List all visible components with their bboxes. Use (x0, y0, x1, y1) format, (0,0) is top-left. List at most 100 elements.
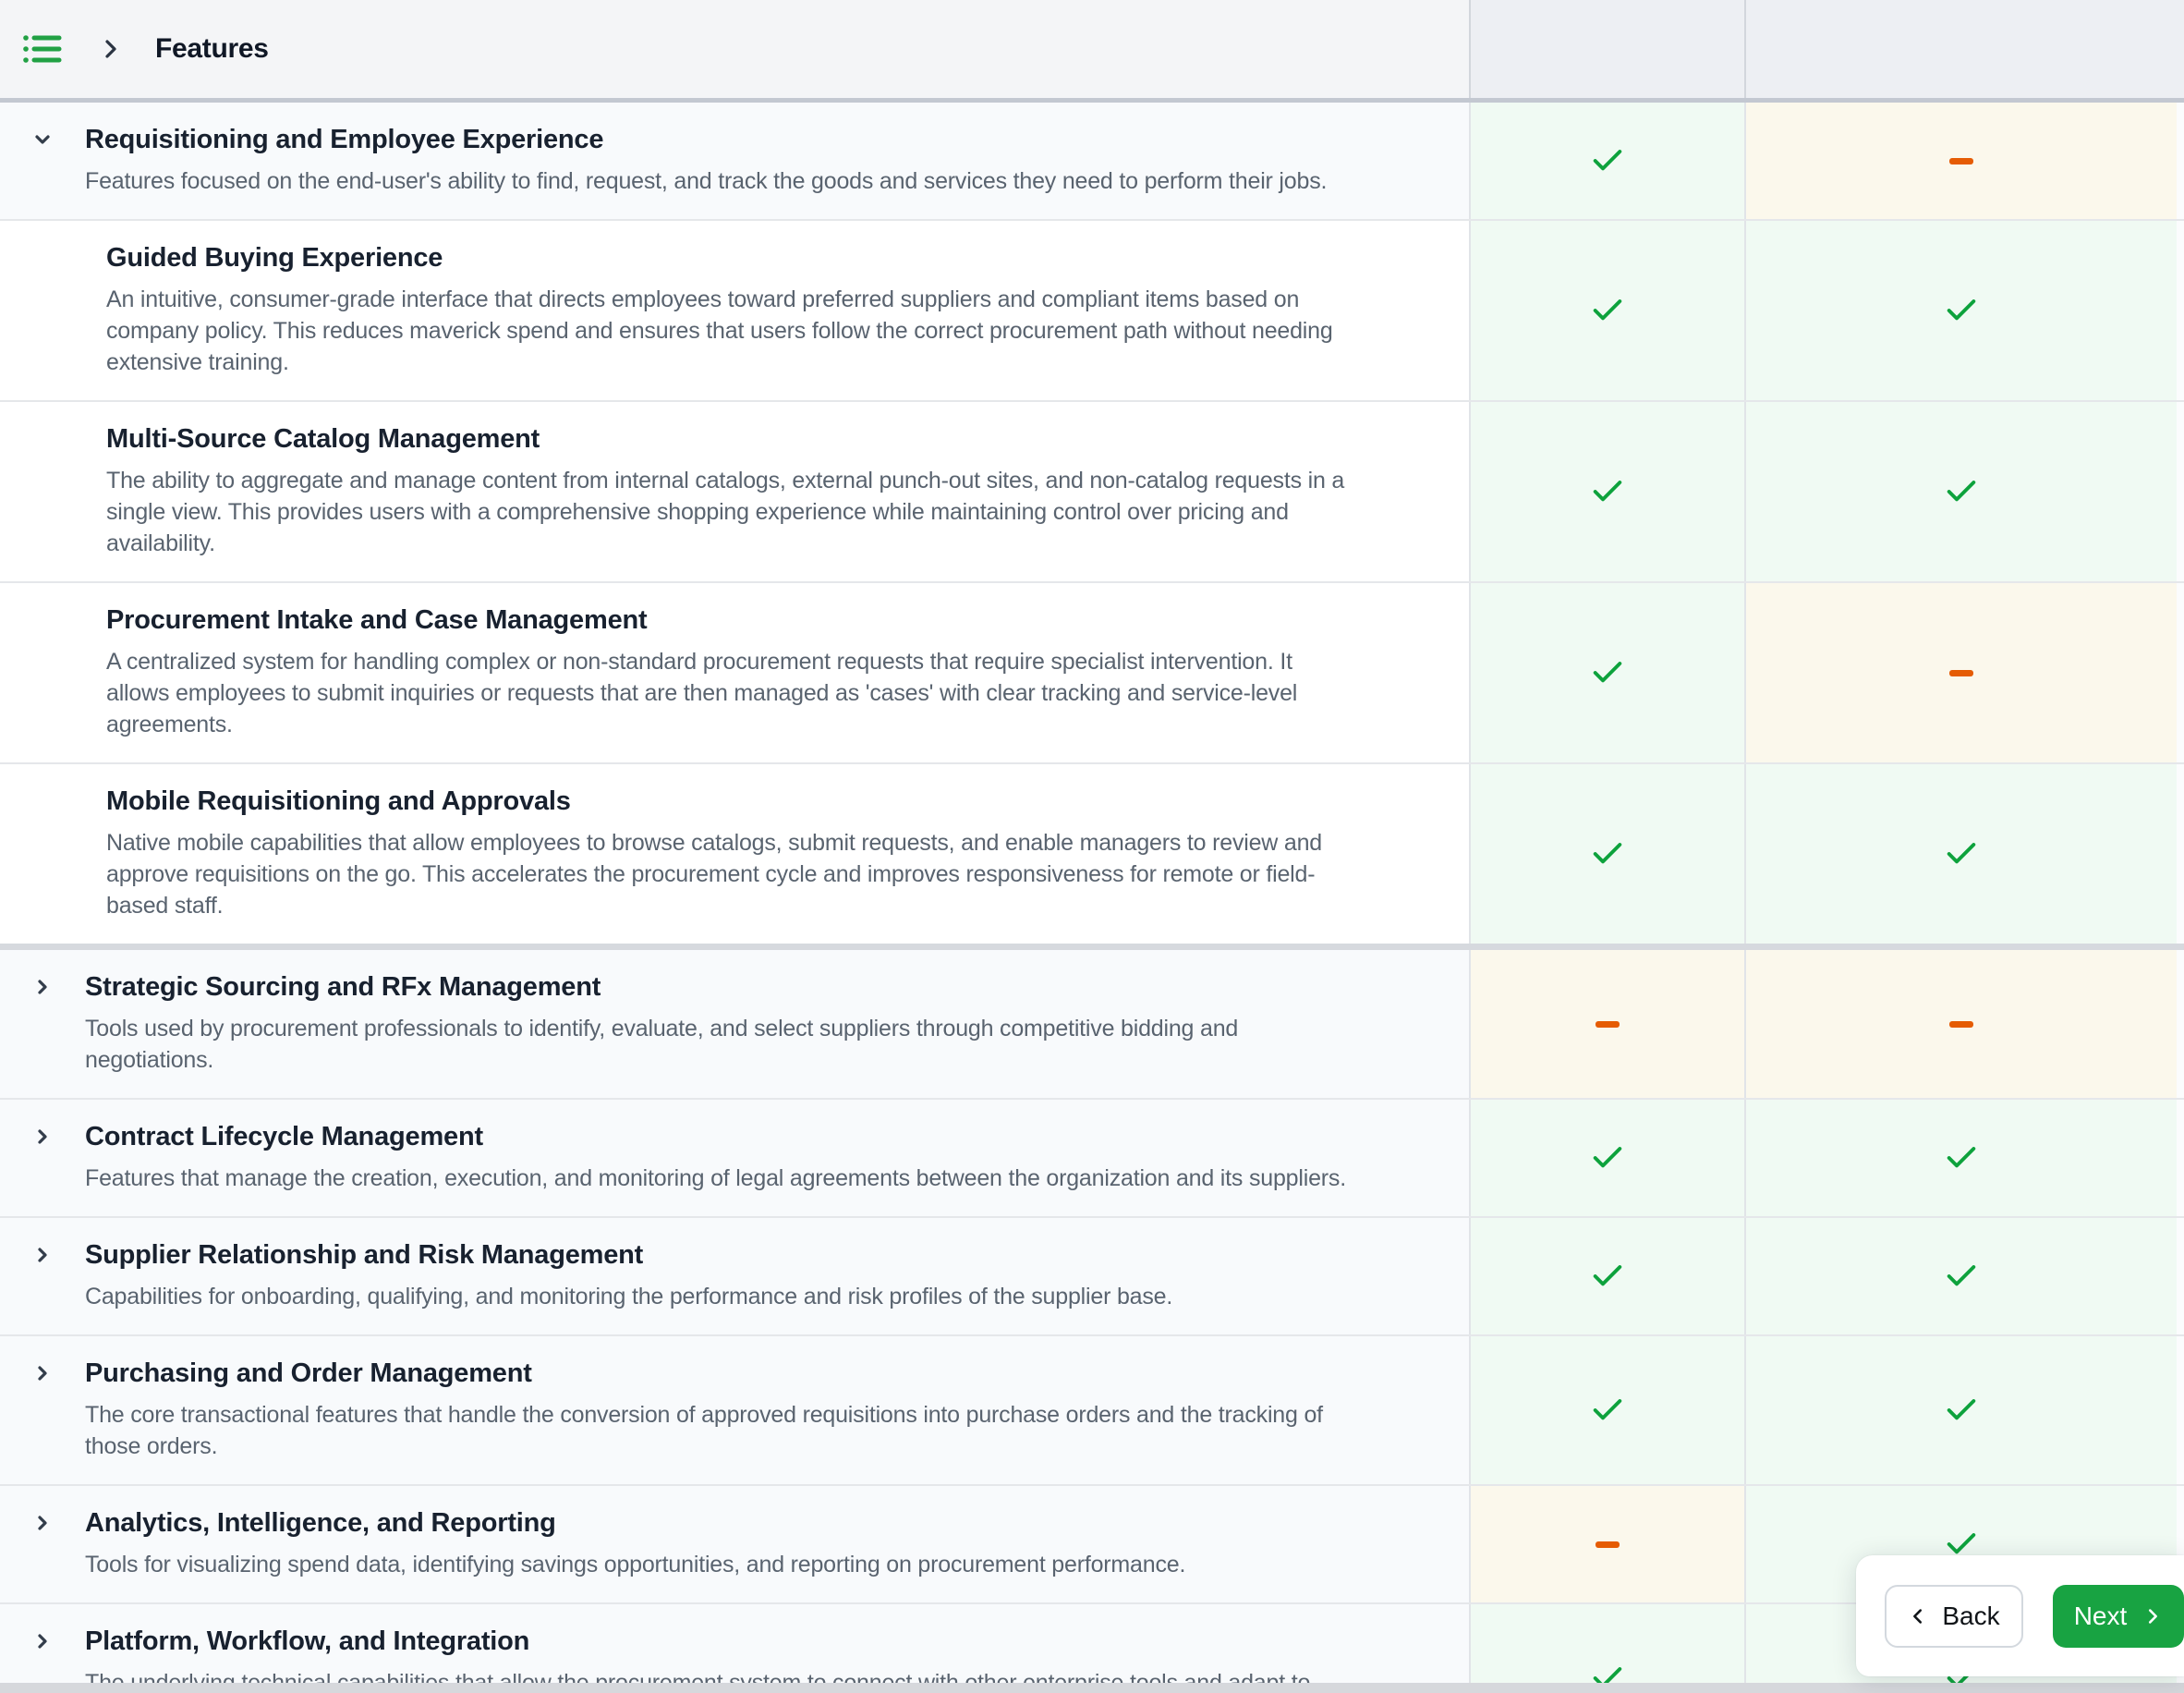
feature-group-row[interactable]: Purchasing and Order Management The core… (0, 1336, 2184, 1486)
check-icon (1593, 843, 1622, 864)
feature-description: Tools used by procurement professionals … (85, 1016, 1239, 1073)
column-header-2 (1744, 0, 2177, 98)
vertical-scrollbar-track (2177, 583, 2184, 762)
feature-title: Multi-Source Catalog Management (106, 424, 540, 454)
check-icon (1947, 481, 1976, 502)
status-cell-col2 (1744, 1100, 2177, 1216)
status-cell-col2 (1744, 221, 2177, 400)
feature-description: The ability to aggregate and manage cont… (106, 468, 1345, 556)
chevron-right-icon[interactable] (31, 1630, 54, 1652)
page-title: Features (155, 33, 269, 64)
back-button-label: Back (1942, 1601, 2000, 1630)
vertical-scrollbar-track (2177, 1218, 2184, 1334)
dash-icon (1949, 1020, 1973, 1028)
chevron-right-icon[interactable] (31, 1126, 54, 1148)
feature-cell: Guided Buying Experience An intuitive, c… (0, 221, 1469, 400)
feature-group-row[interactable]: Supplier Relationship and Risk Managemen… (0, 1218, 2184, 1336)
feature-title: Platform, Workflow, and Integration (85, 1626, 530, 1656)
next-button[interactable]: Next (2053, 1584, 2184, 1648)
feature-cell: Contract Lifecycle Management Features t… (0, 1100, 1469, 1216)
chevron-down-icon[interactable] (31, 128, 54, 151)
feature-cell: Requisitioning and Employee Experience F… (0, 103, 1469, 219)
check-icon (1593, 481, 1622, 502)
vertical-scrollbar-track (2177, 764, 2184, 944)
feature-sub-row: Procurement Intake and Case Management A… (0, 583, 2184, 764)
feature-title: Strategic Sourcing and RFx Management (85, 972, 601, 1002)
feature-cell: Strategic Sourcing and RFx Management To… (0, 950, 1469, 1098)
feature-title: Purchasing and Order Management (85, 1358, 532, 1388)
status-cell-col2 (1744, 950, 2177, 1098)
vertical-scrollbar-track (2177, 103, 2184, 219)
feature-group-row[interactable]: Contract Lifecycle Management Features t… (0, 1100, 2184, 1218)
feature-description: Capabilities for onboarding, qualifying,… (85, 1284, 1173, 1309)
feature-description: Features that manage the creation, execu… (85, 1165, 1346, 1191)
vertical-scrollbar-track (2177, 1100, 2184, 1216)
feature-description: Tools for visualizing spend data, identi… (85, 1552, 1186, 1577)
header-corner (2177, 0, 2184, 98)
check-icon (1593, 662, 1622, 683)
feature-sub-row: Mobile Requisitioning and Approvals Nati… (0, 764, 2184, 950)
feature-description: Features focused on the end-user's abili… (85, 168, 1328, 194)
status-cell-col2 (1744, 103, 2177, 219)
feature-title: Contract Lifecycle Management (85, 1122, 483, 1151)
status-cell-col1 (1469, 1604, 1744, 1693)
check-icon (1947, 1399, 1976, 1420)
list-icon[interactable] (22, 30, 63, 68)
horizontal-scrollbar[interactable] (0, 1683, 2184, 1693)
feature-description: The core transactional features that han… (85, 1402, 1323, 1459)
check-icon (1593, 150, 1622, 171)
status-cell-col1 (1469, 1100, 1744, 1216)
check-icon (1947, 1265, 1976, 1286)
feature-title: Mobile Requisitioning and Approvals (106, 786, 571, 816)
feature-cell: Analytics, Intelligence, and Reporting T… (0, 1486, 1469, 1602)
status-cell-col1 (1469, 1336, 1744, 1484)
feature-group-row[interactable]: Strategic Sourcing and RFx Management To… (0, 950, 2184, 1100)
chevron-left-icon (1913, 1608, 1923, 1624)
check-icon (1947, 1147, 1976, 1168)
status-cell-col2 (1744, 583, 2177, 762)
chevron-right-icon[interactable] (31, 1362, 54, 1384)
feature-table: Requisitioning and Employee Experience F… (0, 103, 2184, 1693)
feature-cell: Purchasing and Order Management The core… (0, 1336, 1469, 1484)
feature-title: Requisitioning and Employee Experience (85, 125, 604, 154)
status-cell-col2 (1744, 764, 2177, 944)
vertical-scrollbar-track (2177, 402, 2184, 581)
feature-group-row[interactable]: Requisitioning and Employee Experience F… (0, 103, 2184, 221)
status-cell-col1 (1469, 950, 1744, 1098)
status-cell-col2 (1744, 1336, 2177, 1484)
top-bar: Features (0, 0, 2184, 103)
check-icon (1947, 299, 1976, 321)
feature-cell: Mobile Requisitioning and Approvals Nati… (0, 764, 1469, 944)
feature-title: Supplier Relationship and Risk Managemen… (85, 1240, 644, 1270)
dash-icon (1949, 157, 1973, 164)
chevron-right-icon[interactable] (31, 1244, 54, 1266)
feature-cell: Procurement Intake and Case Management A… (0, 583, 1469, 762)
feature-cell: Platform, Workflow, and Integration The … (0, 1604, 1469, 1693)
feature-sub-row: Guided Buying Experience An intuitive, c… (0, 221, 2184, 402)
chevron-right-icon[interactable] (31, 976, 54, 998)
vertical-scrollbar-track (2177, 1336, 2184, 1484)
check-icon (1947, 843, 1976, 864)
status-cell-col1 (1469, 764, 1744, 944)
feature-title: Analytics, Intelligence, and Reporting (85, 1508, 556, 1538)
status-cell-col1 (1469, 1486, 1744, 1602)
chevron-right-icon (2149, 1608, 2158, 1624)
next-button-label: Next (2073, 1601, 2128, 1630)
back-button[interactable]: Back (1885, 1584, 2023, 1648)
chevron-right-icon (105, 40, 116, 58)
column-header-1 (1469, 0, 1744, 98)
status-cell-col1 (1469, 1218, 1744, 1334)
check-icon (1593, 1147, 1622, 1168)
dash-icon (1949, 669, 1973, 676)
chevron-right-icon[interactable] (31, 1512, 54, 1534)
feature-title: Procurement Intake and Case Management (106, 605, 648, 635)
breadcrumb: Features (0, 0, 1469, 98)
status-cell-col1 (1469, 103, 1744, 219)
check-icon (1593, 1265, 1622, 1286)
feature-description: Native mobile capabilities that allow em… (106, 830, 1323, 919)
feature-title: Guided Buying Experience (106, 243, 443, 273)
status-cell-col1 (1469, 402, 1744, 581)
feature-description: An intuitive, consumer-grade interface t… (106, 286, 1333, 375)
status-cell-col2 (1744, 1218, 2177, 1334)
status-cell-col2 (1744, 402, 2177, 581)
